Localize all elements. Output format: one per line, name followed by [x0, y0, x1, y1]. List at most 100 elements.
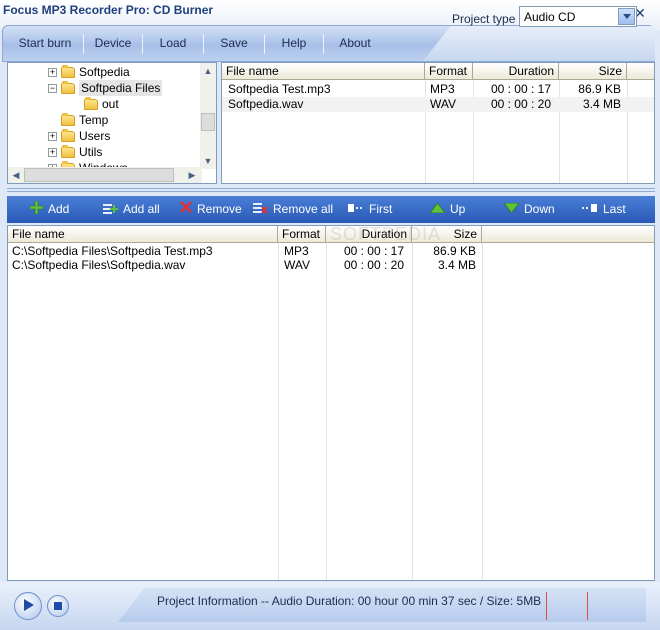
project-info-text: Project Information -- Audio Duration: 0… — [157, 594, 542, 608]
cell-duration: 00 : 00 : 20 — [490, 97, 551, 111]
remove-button[interactable]: Remove — [180, 201, 242, 218]
burn-file-list[interactable]: File name Format Duration Size C:\Softpe… — [7, 225, 655, 581]
cell-file-path: C:\Softpedia Files\Softpedia Test.mp3 — [12, 244, 213, 258]
tree-horizontal-scrollbar[interactable]: ◀ ▶ — [8, 167, 202, 183]
tree-item-softpedia-files[interactable]: − Softpedia Files — [48, 80, 163, 96]
table-row[interactable]: C:\Softpedia Files\Softpedia.wav WAV 00 … — [8, 258, 654, 273]
add-all-button[interactable]: Add all — [103, 201, 160, 218]
remove-all-button[interactable]: Remove all — [253, 201, 333, 218]
scroll-thumb[interactable] — [201, 113, 215, 131]
source-file-list[interactable]: File name Format Duration Size Softpedia… — [221, 62, 655, 184]
column-header-format[interactable]: Format — [425, 63, 473, 80]
project-type-value: Audio CD — [524, 10, 576, 24]
tree-item-label: out — [102, 97, 119, 111]
scroll-left-icon[interactable]: ◀ — [8, 167, 24, 183]
chevron-down-icon[interactable] — [618, 8, 635, 25]
plus-icon — [29, 200, 44, 219]
move-last-icon — [582, 201, 598, 218]
table-row[interactable]: C:\Softpedia Files\Softpedia Test.mp3 MP… — [8, 244, 654, 259]
cell-format: MP3 — [284, 244, 309, 258]
table-row[interactable]: Softpedia.wav WAV 00 : 00 : 20 3.4 MB — [222, 97, 654, 112]
cell-file-name: Softpedia Test.mp3 — [228, 82, 331, 96]
cell-format: WAV — [430, 97, 456, 111]
start-burn-button[interactable]: Start burn — [7, 26, 83, 61]
folder-open-icon — [61, 80, 75, 94]
first-button[interactable]: First — [348, 201, 392, 218]
device-button[interactable]: Device — [84, 26, 142, 61]
add-all-label: Add all — [123, 202, 160, 216]
arrow-down-icon — [503, 201, 520, 218]
cell-file-name: Softpedia.wav — [228, 97, 304, 111]
column-header-duration[interactable]: Duration — [473, 63, 559, 80]
expand-icon[interactable]: + — [48, 67, 57, 77]
down-label: Down — [524, 202, 555, 216]
cell-file-path: C:\Softpedia Files\Softpedia.wav — [12, 258, 186, 272]
expand-icon[interactable]: + — [48, 131, 57, 141]
tree-item-label: Temp — [79, 113, 109, 127]
window-title: Focus MP3 Recorder Pro: CD Burner — [3, 3, 214, 17]
help-button[interactable]: Help — [265, 26, 323, 61]
cell-size: 3.4 MB — [582, 97, 621, 111]
tree-item-out[interactable]: out — [84, 96, 119, 112]
tree-item-temp[interactable]: Temp — [61, 112, 108, 128]
arrow-up-icon — [429, 201, 446, 218]
column-header-file-name[interactable]: File name — [222, 63, 425, 80]
tree-item-softpedia[interactable]: + Softpedia — [48, 64, 130, 80]
project-type-select[interactable]: Audio CD — [519, 6, 637, 27]
folder-tree[interactable]: + Softpedia − Softpedia Files out Temp +… — [7, 62, 217, 184]
tree-vertical-scrollbar[interactable]: ▲ ▼ — [200, 63, 216, 169]
save-button[interactable]: Save — [204, 26, 264, 61]
cell-duration: 00 : 00 : 17 — [343, 244, 404, 258]
cell-duration: 00 : 00 : 20 — [343, 258, 404, 272]
load-button[interactable]: Load — [143, 26, 203, 61]
tree-item-utils[interactable]: + Utils — [48, 144, 102, 160]
tree-item-label: Users — [79, 129, 111, 143]
tree-item-label: Softpedia — [79, 65, 130, 79]
scroll-up-icon[interactable]: ▲ — [200, 63, 216, 79]
cell-duration: 00 : 00 : 17 — [490, 82, 551, 96]
remove-all-label: Remove all — [273, 202, 334, 216]
bottom-bar: Project Information -- Audio Duration: 0… — [0, 582, 660, 630]
play-icon — [22, 598, 34, 614]
column-header-file-name[interactable]: File name — [8, 226, 278, 243]
scroll-down-icon[interactable]: ▼ — [200, 153, 216, 169]
cell-size: 86.9 KB — [433, 244, 476, 258]
scroll-right-icon[interactable]: ▶ — [184, 167, 200, 183]
menu-bar: Start burn Device Load Save Help About — [2, 25, 655, 62]
play-button[interactable] — [14, 592, 42, 620]
watermark: SOFTPEDIA — [330, 224, 442, 244]
collapse-icon[interactable]: − — [48, 83, 57, 93]
add-all-icon — [103, 201, 118, 219]
stop-button[interactable] — [47, 595, 69, 617]
down-button[interactable]: Down — [503, 201, 555, 218]
cell-size: 86.9 KB — [578, 82, 621, 96]
folder-icon — [61, 144, 75, 158]
scroll-thumb[interactable] — [24, 168, 174, 182]
remove-label: Remove — [197, 202, 242, 216]
first-label: First — [369, 202, 393, 216]
project-type-label: Project type — [452, 12, 516, 26]
move-first-icon — [348, 201, 364, 218]
capacity-marker — [546, 592, 547, 620]
project-type-panel — [423, 26, 655, 61]
table-row[interactable]: Softpedia Test.mp3 MP3 00 : 00 : 17 86.9… — [222, 82, 654, 97]
cell-format: MP3 — [430, 82, 455, 96]
expand-icon[interactable]: + — [48, 147, 57, 157]
cell-format: WAV — [284, 258, 310, 272]
remove-all-icon — [253, 201, 268, 219]
tree-item-label: Softpedia Files — [79, 80, 163, 96]
add-button[interactable]: Add — [29, 200, 70, 219]
source-list-header: File name Format Duration Size — [222, 63, 654, 80]
up-button[interactable]: Up — [429, 201, 465, 218]
column-header-format[interactable]: Format — [278, 226, 326, 243]
add-label: Add — [48, 202, 70, 216]
folder-icon — [61, 128, 75, 142]
column-header-size[interactable]: Size — [559, 63, 627, 80]
pane-splitter[interactable] — [7, 188, 655, 192]
folder-icon — [84, 96, 98, 110]
folder-icon — [61, 112, 75, 126]
last-button[interactable]: Last — [582, 201, 626, 218]
tree-item-users[interactable]: + Users — [48, 128, 110, 144]
cell-size: 3.4 MB — [437, 258, 476, 272]
about-button[interactable]: About — [324, 26, 386, 61]
